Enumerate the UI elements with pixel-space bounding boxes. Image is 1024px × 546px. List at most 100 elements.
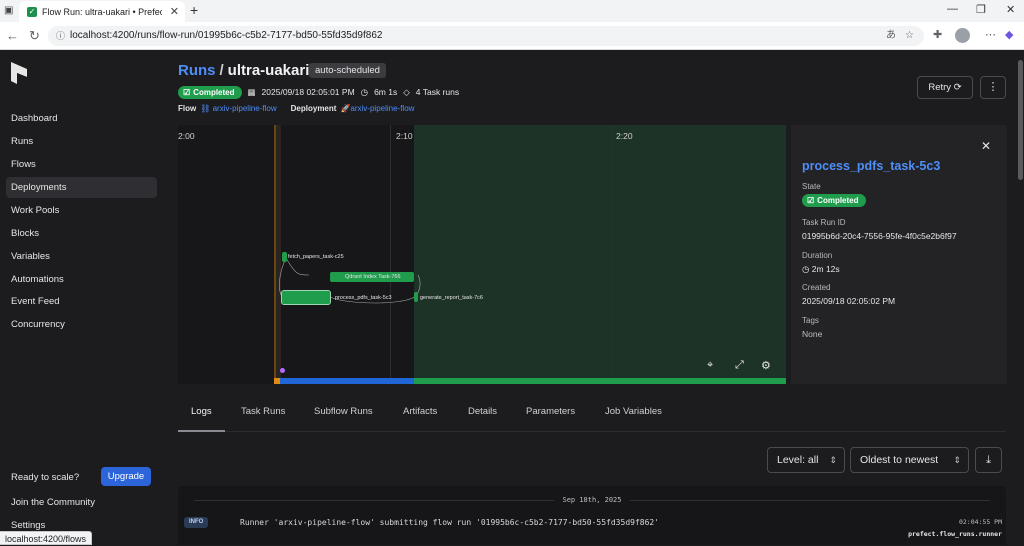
sidebar-item-flows[interactable]: Flows: [6, 154, 157, 175]
event-marker[interactable]: [280, 368, 285, 373]
log-date-divider: Sep 18th, 2025: [178, 496, 1006, 504]
bookmark-star-icon[interactable]: ☆: [905, 26, 914, 46]
prefect-favicon-icon: ✓: [27, 6, 37, 17]
breadcrumb-runs-link[interactable]: Runs: [178, 62, 216, 79]
log-level-value: Level: all: [777, 454, 819, 466]
download-logs-button[interactable]: ⤓: [975, 447, 1002, 473]
tab-details[interactable]: Details: [455, 400, 510, 432]
rocket-icon: 🚀: [340, 104, 351, 113]
duration: 6m 1s: [374, 87, 398, 97]
task-node[interactable]: [282, 252, 287, 262]
page-scrollbar-thumb[interactable]: [1018, 60, 1023, 180]
sidebar-item-blocks[interactable]: Blocks: [6, 223, 157, 244]
task-runs-count: 4 Task runs: [415, 87, 460, 97]
state-badge-label: Completed: [193, 87, 235, 97]
panel-state-badge-label: Completed: [817, 196, 859, 205]
sidebar-item-automations[interactable]: Automations: [6, 269, 157, 290]
translate-icon[interactable]: あ: [886, 26, 896, 46]
task-node[interactable]: [414, 292, 418, 302]
profile-avatar[interactable]: [955, 28, 970, 43]
graph-settings-icon[interactable]: ⚙: [761, 359, 771, 372]
flow-label: Flow: [178, 104, 197, 113]
new-tab-icon[interactable]: +: [190, 2, 198, 18]
clock-icon: ◷: [802, 264, 812, 274]
task-run-detail-panel: ✕ process_pdfs_task-5c3 State ☑ Completed…: [791, 125, 1007, 384]
download-icon: ⤓: [986, 454, 991, 466]
close-window-icon[interactable]: ✕: [1006, 3, 1015, 16]
flow-run-graph[interactable]: 2:00 2:10 2:20 fetch_papers_task-c25 Qdr…: [178, 125, 786, 384]
tab-parameters[interactable]: Parameters: [513, 400, 588, 432]
log-order-select[interactable]: Oldest to newest ⇕: [850, 447, 969, 473]
tab-job-variables[interactable]: Job Variables: [592, 400, 675, 432]
chevron-updown-icon: ⇕: [953, 455, 961, 465]
sidebar: Dashboard Runs Flows Deployments Work Po…: [0, 50, 165, 545]
retry-label: Retry: [928, 82, 952, 93]
tab-task-runs[interactable]: Task Runs: [228, 400, 298, 432]
tab-logs[interactable]: Logs: [178, 400, 225, 432]
clock-icon: ◷: [360, 86, 369, 97]
log-level-select[interactable]: Level: all ⇕: [767, 447, 845, 473]
tab-artifacts[interactable]: Artifacts: [390, 400, 450, 432]
chevron-updown-icon: ⇕: [829, 455, 837, 465]
tab-subflow-runs[interactable]: Subflow Runs: [301, 400, 386, 432]
deployment-label: Deployment: [290, 104, 337, 113]
status-url: localhost:4200/flows: [0, 531, 93, 545]
log-order-value: Oldest to newest: [860, 454, 939, 466]
deployment-link[interactable]: 🚀arxiv-pipeline-flow: [340, 104, 414, 113]
settings-link[interactable]: Settings: [11, 520, 45, 531]
sidebar-item-concurrency[interactable]: Concurrency: [6, 314, 157, 335]
url-field[interactable]: ⓘ localhost:4200/runs/flow-run/01995b6c-…: [48, 26, 924, 46]
task-run-title[interactable]: process_pdfs_task-5c3: [802, 159, 940, 173]
close-tab-icon[interactable]: ✕: [170, 5, 179, 18]
task-run-id: 01995b6d-20c4-7556-95fe-4f0c5e2b6f97: [802, 231, 957, 241]
back-icon[interactable]: ←: [6, 28, 29, 43]
sidebar-item-deployments[interactable]: Deployments: [6, 177, 157, 198]
tags-label: Tags: [802, 316, 819, 325]
retry-button[interactable]: Retry ⟳: [917, 76, 973, 99]
refresh-icon: ⟳: [953, 82, 962, 93]
created-label: Created: [802, 283, 831, 292]
sidebar-item-variables[interactable]: Variables: [6, 246, 157, 267]
more-actions-button[interactable]: ⋮: [980, 76, 1006, 99]
menu-dots-icon[interactable]: ⋯: [985, 28, 996, 41]
breadcrumb-separator: /: [219, 62, 224, 79]
sidebar-item-dashboard[interactable]: Dashboard: [6, 108, 157, 129]
page-title: ultra-uakari: [227, 62, 310, 79]
sidebar-item-work-pools[interactable]: Work Pools: [6, 200, 157, 221]
fullscreen-icon[interactable]: ⤢: [735, 359, 744, 372]
flow-link[interactable]: ⛓ arxiv-pipeline-flow: [200, 104, 276, 113]
minimize-icon[interactable]: —: [947, 3, 958, 15]
restore-icon[interactable]: ❐: [976, 3, 986, 16]
recenter-icon[interactable]: ⌖: [707, 359, 713, 372]
sidebar-item-event-feed[interactable]: Event Feed: [6, 291, 157, 312]
run-meta: ☑ Completed ▦ 2025/09/18 02:05:01 PM ◷ 6m…: [178, 85, 459, 99]
join-community-link[interactable]: Join the Community: [11, 497, 95, 508]
prefect-logo-icon[interactable]: [11, 62, 27, 84]
browser-tab[interactable]: ✓ Flow Run: ultra-uakari • Prefect Se ✕: [19, 1, 185, 22]
tags-value: None: [802, 329, 823, 339]
sidebar-item-runs[interactable]: Runs: [6, 131, 157, 152]
extensions-icon[interactable]: ✚: [933, 28, 942, 41]
reload-icon[interactable]: ↻: [29, 28, 50, 43]
log-logger: prefect.flow_runs.runner: [908, 530, 1002, 538]
deployment-link-label: arxiv-pipeline-flow: [350, 104, 415, 113]
log-viewer[interactable]: Sep 18th, 2025 INFO Runner 'arxiv-pipeli…: [178, 486, 1006, 545]
nav-buttons: ←↻: [6, 28, 50, 44]
calendar-icon: ▦: [247, 86, 256, 97]
run-links: Flow ⛓ arxiv-pipeline-flow Deployment 🚀a…: [178, 104, 424, 113]
state-label: State: [802, 182, 821, 191]
log-message: Runner 'arxiv-pipeline-flow' submitting …: [240, 518, 660, 527]
site-info-icon[interactable]: ⓘ: [56, 26, 65, 46]
check-box-icon: ☑: [807, 196, 815, 205]
task-node-selected[interactable]: [281, 290, 331, 305]
task-run-id-label: Task Run ID: [802, 218, 846, 227]
duration-label: Duration: [802, 251, 833, 260]
timeline-state-completed: [414, 378, 786, 384]
upgrade-button[interactable]: Upgrade: [101, 467, 151, 486]
copilot-icon[interactable]: ◆: [1005, 28, 1013, 41]
log-level-badge: INFO: [184, 517, 209, 528]
tab-actions-icon[interactable]: ▣: [4, 5, 13, 16]
close-icon[interactable]: ✕: [981, 139, 991, 153]
panel-state-badge: ☑ Completed: [802, 194, 866, 207]
created-value: 2025/09/18 02:05:02 PM: [802, 296, 896, 306]
